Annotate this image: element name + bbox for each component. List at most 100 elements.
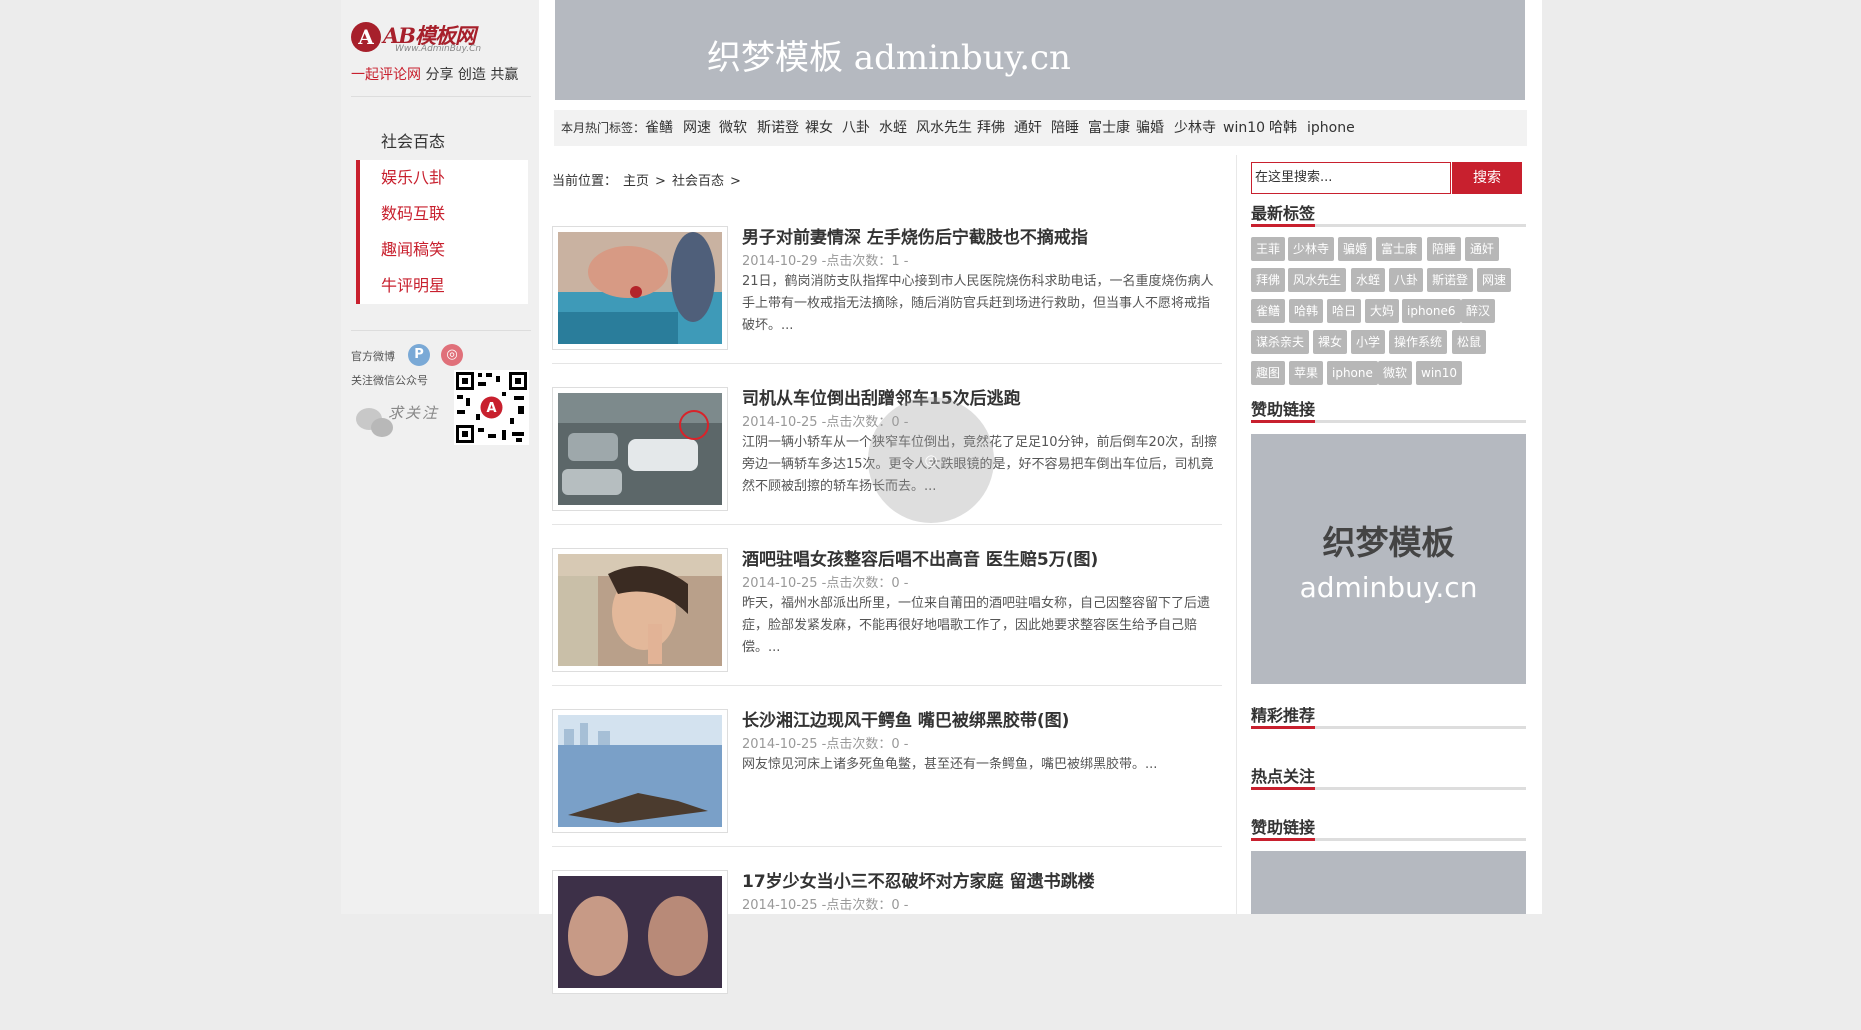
- hot-tag[interactable]: 微软: [719, 110, 747, 146]
- tag-item[interactable]: win10: [1416, 361, 1463, 385]
- wechat-prompt: 求关注: [388, 404, 440, 422]
- sidebar-item-society[interactable]: 社会百态: [356, 124, 528, 160]
- article-thumbnail[interactable]: [552, 387, 728, 511]
- article-item: 17岁少女当小三不忍破坏对方家庭 留遗书跳楼 2014-10-25 -点击次数：…: [552, 870, 1222, 1030]
- sidebar-item-stars[interactable]: 牛评明星: [356, 268, 528, 304]
- article-summary: 昨天，福州水部派出所里，一位来自莆田的酒吧驻唱女称，自己因整容留下了后遗症，脸部…: [742, 596, 1211, 655]
- breadcrumb: 当前位置： 主页 > 社会百态 >: [552, 170, 747, 189]
- tag-item[interactable]: 裸女: [1313, 330, 1348, 354]
- top-banner-ad[interactable]: 织梦模板 adminbuy.cn: [555, 0, 1525, 100]
- hot-tag[interactable]: 哈韩: [1269, 110, 1297, 146]
- hot-tags-label: 本月热门标签：: [561, 121, 646, 135]
- article-title-link[interactable]: 男子对前妻情深 左手烧伤后宁截肢也不摘戒指: [742, 223, 1088, 248]
- search-button[interactable]: 搜索: [1452, 162, 1522, 194]
- article-thumbnail[interactable]: [552, 870, 728, 994]
- hot-tag[interactable]: 骗婚: [1136, 110, 1164, 146]
- article-title-link[interactable]: 酒吧驻唱女孩整容后唱不出高音 医生赔5万(图): [742, 545, 1098, 570]
- search-input[interactable]: 在这里搜索...: [1251, 162, 1451, 194]
- svg-text:A: A: [486, 401, 496, 416]
- tag-item[interactable]: 松鼠: [1452, 330, 1487, 354]
- sponsor-title: 赞助链接: [1251, 396, 1526, 423]
- hot-tag[interactable]: 斯诺登: [757, 110, 799, 146]
- article-meta: 2014-10-25 -点击次数：0 -: [742, 576, 909, 591]
- breadcrumb-label: 当前位置：: [552, 174, 618, 189]
- qr-code-icon: A: [454, 370, 529, 445]
- tag-item[interactable]: iphone: [1327, 361, 1378, 385]
- hot-tag[interactable]: 水蛭: [879, 110, 907, 146]
- article-title-link[interactable]: 长沙湘江边现风干鳄鱼 嘴巴被绑黑胶带(图): [742, 706, 1069, 731]
- tag-item[interactable]: 网速: [1477, 268, 1512, 292]
- tag-item[interactable]: 苹果: [1289, 361, 1324, 385]
- title-underline: [1251, 838, 1315, 841]
- hot-tag[interactable]: 风水先生: [916, 110, 972, 146]
- article-title-link[interactable]: 17岁少女当小三不忍破坏对方家庭 留遗书跳楼: [742, 867, 1095, 892]
- tag-item[interactable]: 雀鳝: [1251, 299, 1286, 323]
- breadcrumb-home-link[interactable]: 主页: [623, 174, 649, 189]
- tag-item[interactable]: 哈韩: [1289, 299, 1324, 323]
- hot-tag[interactable]: 雀鳝: [645, 110, 673, 146]
- sidebar-item-entertainment[interactable]: 娱乐八卦: [356, 160, 528, 196]
- sidebar-divider: [351, 330, 531, 331]
- hot-tag[interactable]: 八卦: [842, 110, 870, 146]
- site-slogan: 一起评论网 分享 创造 共赢: [351, 64, 518, 84]
- tag-item[interactable]: iphone6: [1402, 299, 1461, 323]
- tag-item[interactable]: 斯诺登: [1427, 268, 1474, 292]
- tag-item[interactable]: 王菲: [1251, 237, 1286, 261]
- article-title-link[interactable]: 司机从车位倒出刮蹭邻车15次后逃跑: [742, 384, 1021, 409]
- hot-tag[interactable]: 少林寺: [1174, 110, 1216, 146]
- tag-item[interactable]: 谋杀亲夫: [1251, 330, 1310, 354]
- hot-tag[interactable]: 通奸: [1014, 110, 1042, 146]
- tag-item[interactable]: 水蛭: [1351, 268, 1386, 292]
- slogan-rest: 分享 创造 共赢: [425, 67, 519, 83]
- article-image: [558, 554, 722, 666]
- tag-item[interactable]: 八卦: [1389, 268, 1424, 292]
- hot-tag[interactable]: 拜佛: [977, 110, 1005, 146]
- tag-item[interactable]: 少林寺: [1288, 237, 1335, 261]
- wechat-label: 关注微信公众号: [351, 374, 428, 387]
- sidebar-item-digital[interactable]: 数码互联: [356, 196, 528, 232]
- sponsor-title-2: 赞助链接: [1251, 814, 1526, 841]
- breadcrumb-current-link[interactable]: 社会百态: [672, 174, 724, 189]
- hot-tag[interactable]: iphone: [1307, 110, 1355, 146]
- hot-focus-title: 热点关注: [1251, 763, 1526, 790]
- article-thumbnail[interactable]: [552, 709, 728, 833]
- logo-mark-icon: A: [351, 22, 381, 52]
- hot-tag[interactable]: 网速: [683, 110, 711, 146]
- sina-weibo-icon[interactable]: ◎: [441, 344, 463, 366]
- article-divider: [552, 685, 1222, 686]
- sponsor-ad-2[interactable]: [1251, 851, 1526, 914]
- article-summary: 21日，鹤岗消防支队指挥中心接到市人民医院烧伤科求助电话，一名重度烧伤病人手上带…: [742, 274, 1214, 333]
- article-item: 酒吧驻唱女孩整容后唱不出高音 医生赔5万(图) 2014-10-25 -点击次数…: [552, 548, 1222, 708]
- sidebar-item-funny[interactable]: 趣闻稿笑: [356, 232, 528, 268]
- tag-item[interactable]: 醉汉: [1461, 299, 1496, 323]
- article-divider: [552, 363, 1222, 364]
- tag-item[interactable]: 富士康: [1376, 237, 1423, 261]
- hot-tag[interactable]: 裸女: [805, 110, 833, 146]
- tag-item[interactable]: 哈日: [1327, 299, 1362, 323]
- tag-item[interactable]: 小学: [1351, 330, 1386, 354]
- hot-tag[interactable]: win10: [1223, 110, 1265, 146]
- tag-item[interactable]: 通奸: [1465, 237, 1500, 261]
- tag-item[interactable]: 陪睡: [1427, 237, 1462, 261]
- tencent-weibo-icon[interactable]: P: [408, 344, 430, 366]
- tag-item[interactable]: 风水先生: [1288, 268, 1347, 292]
- hot-tag[interactable]: 富士康: [1088, 110, 1130, 146]
- sponsor-heading-2: 赞助链接: [1251, 818, 1316, 837]
- sidebar-divider: [351, 96, 531, 97]
- tag-item[interactable]: 操作系统: [1389, 330, 1448, 354]
- sponsor-ad[interactable]: 织梦模板 adminbuy.cn: [1251, 434, 1526, 684]
- tag-item[interactable]: 拜佛: [1251, 268, 1286, 292]
- page: A AB模板网 Www.AdminBuy.Cn 一起评论网 分享 创造 共赢 社…: [341, 0, 1542, 994]
- watermark-stamp: ◎: [868, 397, 994, 523]
- sponsor-heading: 赞助链接: [1251, 400, 1316, 419]
- article-image: [558, 393, 722, 505]
- site-logo[interactable]: A AB模板网 Www.AdminBuy.Cn: [351, 20, 531, 56]
- tag-item[interactable]: 趣图: [1251, 361, 1286, 385]
- article-thumbnail[interactable]: [552, 548, 728, 672]
- hot-tag[interactable]: 陪睡: [1051, 110, 1079, 146]
- tag-item[interactable]: 骗婚: [1338, 237, 1373, 261]
- article-thumbnail[interactable]: [552, 226, 728, 350]
- tag-item[interactable]: 大妈: [1365, 299, 1400, 323]
- tag-item[interactable]: 微软: [1378, 361, 1413, 385]
- left-sidebar: A AB模板网 Www.AdminBuy.Cn 一起评论网 分享 创造 共赢 社…: [341, 0, 539, 914]
